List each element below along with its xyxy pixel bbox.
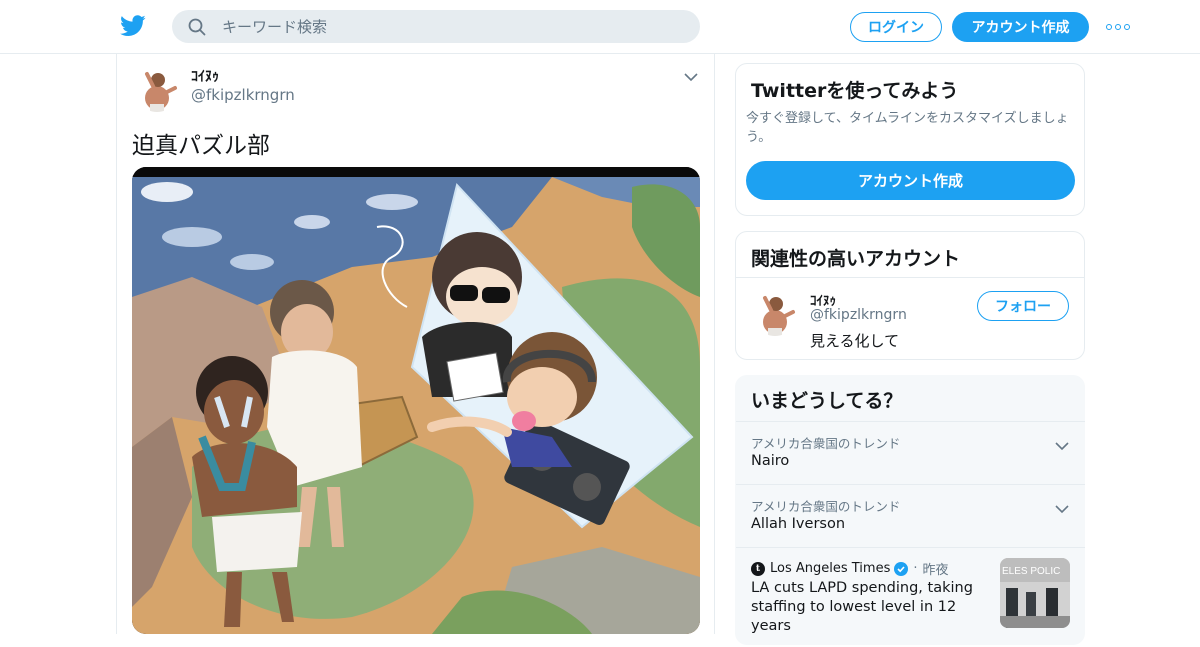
- chevron-down-icon[interactable]: [1055, 499, 1069, 514]
- news-source-name: Los Angeles Times: [770, 561, 891, 576]
- trend-item[interactable]: アメリカ合衆国のトレンド Nairo: [736, 421, 1085, 484]
- chevron-down-icon[interactable]: [1055, 436, 1069, 451]
- illustration: [132, 167, 700, 634]
- chevron-down-icon[interactable]: [683, 68, 699, 82]
- follow-button[interactable]: フォロー: [977, 291, 1069, 321]
- more-options-icon[interactable]: [1106, 18, 1130, 36]
- divider: [736, 277, 1084, 278]
- thumbnail-caption: ELES POLIC: [1002, 566, 1060, 577]
- trend-name[interactable]: Allah Iverson: [751, 516, 845, 532]
- twitter-bird-icon[interactable]: [120, 14, 146, 38]
- related-account-handle[interactable]: @fkipzlkrngrn: [810, 307, 907, 323]
- tweet-media-image[interactable]: [132, 167, 700, 634]
- avatar[interactable]: [133, 64, 181, 112]
- separator-dot: ·: [913, 561, 918, 576]
- news-thumbnail-image[interactable]: ELES POLIC: [1000, 558, 1070, 628]
- news-item[interactable]: t Los Angeles Times · 昨夜 LA cuts LAPD sp…: [736, 547, 1085, 647]
- news-headline[interactable]: LA cuts LAPD spending, taking staffing t…: [751, 579, 991, 636]
- tweet-text: 迫真パズル部: [132, 133, 270, 159]
- trends-card: いまどうしてる？ アメリカ合衆国のトレンド Nairo アメリカ合衆国のトレンド…: [735, 375, 1085, 645]
- trend-item[interactable]: アメリカ合衆国のトレンド Allah Iverson: [736, 484, 1085, 547]
- search-icon: [188, 18, 206, 36]
- related-account-bio: 見える化して: [810, 332, 900, 350]
- search-box[interactable]: [172, 10, 700, 43]
- signup-card-description: 今すぐ登録して、タイムラインをカスタマイズしましょう。: [746, 111, 1069, 145]
- signup-card-title: Twitterを使ってみよう: [751, 80, 959, 102]
- trend-name[interactable]: Nairo: [751, 453, 789, 469]
- trend-context: アメリカ合衆国のトレンド: [751, 436, 901, 451]
- login-button[interactable]: ログイン: [850, 12, 942, 42]
- search-input[interactable]: [222, 10, 682, 43]
- trend-context: アメリカ合衆国のトレンド: [751, 499, 901, 514]
- la-times-logo-icon: t: [751, 561, 765, 576]
- tweet-handle[interactable]: @fkipzlkrngrn: [191, 86, 295, 104]
- related-accounts-card: 関連性の高いアカウント ｺｲﾇｩ @fkipzlkrngrn 見える化して フォ…: [735, 231, 1085, 360]
- related-accounts-title: 関連性の高いアカウント: [751, 248, 961, 270]
- tweet-display-name[interactable]: ｺｲﾇｩ: [191, 66, 219, 86]
- top-navigation-bar: ログイン アカウント作成: [0, 0, 1200, 54]
- signup-card: Twitterを使ってみよう 今すぐ登録して、タイムラインをカスタマイズしましょ…: [735, 63, 1085, 216]
- news-source: t Los Angeles Times · 昨夜: [751, 559, 949, 578]
- news-time: 昨夜: [922, 563, 949, 578]
- signup-button[interactable]: アカウント作成: [952, 12, 1089, 42]
- trends-title: いまどうしてる？: [751, 390, 903, 412]
- verified-badge-icon: [894, 561, 909, 576]
- tweet-card: ｺｲﾇｩ @fkipzlkrngrn 迫真パズル部: [116, 54, 715, 634]
- signup-card-button[interactable]: アカウント作成: [746, 161, 1075, 200]
- avatar[interactable]: [751, 288, 799, 336]
